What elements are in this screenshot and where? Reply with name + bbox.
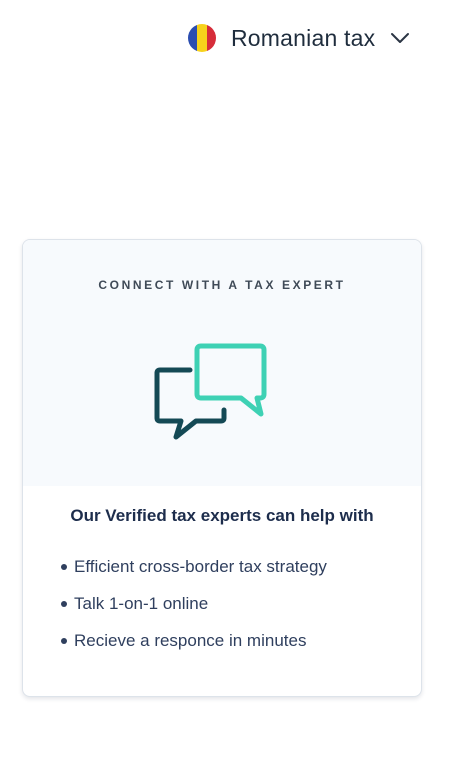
tax-region-selector[interactable]: Romanian tax	[188, 18, 428, 58]
list-item: Recieve a responce in minutes	[61, 622, 421, 659]
bullet-dot	[61, 637, 67, 644]
chevron-down-icon[interactable]	[389, 27, 411, 49]
chat-bubbles-icon	[154, 343, 267, 440]
list-item-text: Talk 1-on-1 online	[74, 593, 209, 613]
tax-region-label: Romanian tax	[231, 24, 376, 51]
bullet-dot	[61, 563, 67, 570]
card-header-area: CONNECT WITH A TAX EXPERT	[23, 240, 421, 486]
list-item: Efficient cross-border tax strategy	[61, 548, 421, 585]
bullet-dot	[61, 600, 67, 607]
tax-expert-card: CONNECT WITH A TAX EXPERT Our Verified t…	[22, 239, 422, 697]
list-item: Talk 1-on-1 online	[61, 585, 421, 622]
card-heading: CONNECT WITH A TAX EXPERT	[98, 278, 346, 292]
card-title: Our Verified tax experts can help with	[70, 506, 374, 525]
page: Romanian tax CONNECT WITH A TAX EXPERT O…	[0, 0, 450, 773]
flag-stripe-yellow	[197, 24, 207, 52]
flag-stripe-blue	[188, 24, 198, 52]
flag-stripe-red	[206, 24, 216, 52]
benefits-list: Efficient cross-border tax strategy Talk…	[23, 548, 421, 659]
list-item-text: Efficient cross-border tax strategy	[74, 556, 327, 576]
list-item-text: Recieve a responce in minutes	[74, 630, 307, 650]
romania-flag-icon	[188, 24, 216, 52]
card-body: Our Verified tax experts can help with E…	[23, 486, 421, 659]
